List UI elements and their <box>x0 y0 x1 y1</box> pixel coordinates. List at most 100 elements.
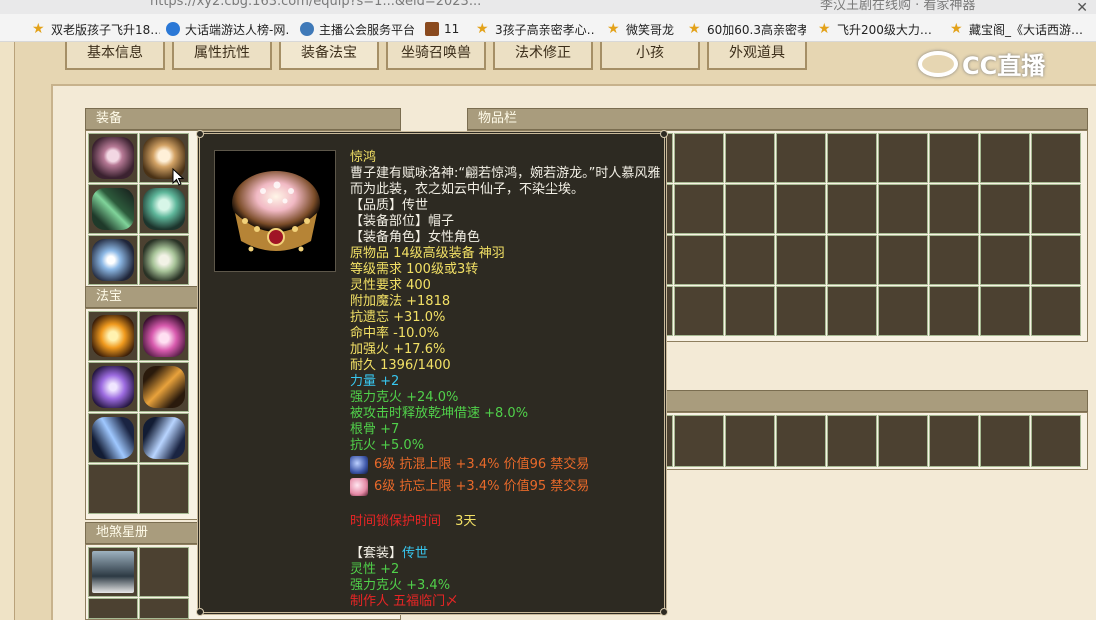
equipment-slot[interactable] <box>139 235 189 285</box>
equipment-slot[interactable] <box>88 235 138 285</box>
stat-line: 附加魔法 +1818 <box>350 294 451 309</box>
stat-line: 命中率 -10.0% <box>350 326 440 341</box>
treasure-slot[interactable] <box>88 464 138 514</box>
inventory-slot[interactable] <box>674 184 724 234</box>
inventory-slot[interactable] <box>929 415 979 467</box>
globe-icon <box>300 22 314 36</box>
inventory-slot[interactable] <box>827 184 877 234</box>
inventory-slot[interactable] <box>827 415 877 467</box>
stat-line: 耐久 1396/1400 <box>350 358 451 373</box>
inventory-slot[interactable] <box>776 133 826 183</box>
treasure-slot[interactable] <box>139 413 189 463</box>
tab-child[interactable]: 小孩 <box>600 42 700 70</box>
inventory-slot[interactable] <box>1031 415 1081 467</box>
equipment-section-title: 装备 <box>85 108 401 130</box>
close-icon[interactable]: ✕ <box>1076 0 1088 14</box>
url-text[interactable]: https://xy2.cbg.163.com/equip?s=1...&eid… <box>150 0 481 9</box>
bookmark-item[interactable]: ★ 3孩子高亲密孝心… <box>476 20 596 38</box>
treasure-slot[interactable] <box>139 464 189 514</box>
item-detail-text: 惊鸿 曹子建有赋咏洛神:“翩若惊鸿，婉若游龙。”时人慕风雅而为此装，衣之如云中仙… <box>350 150 662 610</box>
inventory-slot[interactable] <box>674 415 724 467</box>
item-role: 【装备角色】女性角色 <box>350 230 481 245</box>
item-quality: 【品质】传世 <box>350 198 429 213</box>
star-icon: ★ <box>476 21 489 37</box>
treasure-slot[interactable] <box>88 362 138 412</box>
tab-appearance[interactable]: 外观道具 <box>707 42 807 70</box>
inventory-slot[interactable] <box>1031 184 1081 234</box>
equipment-slot[interactable] <box>88 133 138 183</box>
equipment-slot[interactable] <box>88 184 138 234</box>
star-icon: ★ <box>950 21 963 37</box>
equipment-necklace-image <box>92 239 134 281</box>
inventory-slot[interactable] <box>674 133 724 183</box>
star-card-portrait-image <box>92 551 134 593</box>
inventory-slot[interactable] <box>980 286 1030 336</box>
stat-line: 抗遗忘 +31.0% <box>350 310 446 325</box>
tab-spell-correction[interactable]: 法术修正 <box>493 42 593 70</box>
bookmark-item[interactable]: 11 <box>425 20 465 38</box>
treasure-slot[interactable] <box>88 311 138 361</box>
inventory-slot[interactable] <box>1031 286 1081 336</box>
star-book-slot[interactable] <box>139 598 189 619</box>
inventory-slot[interactable] <box>878 415 928 467</box>
inventory-slot[interactable] <box>776 184 826 234</box>
equipment-slot[interactable] <box>139 184 189 234</box>
inventory-slot[interactable] <box>929 184 979 234</box>
treasure-slot[interactable] <box>139 311 189 361</box>
inventory-slot[interactable] <box>725 133 775 183</box>
bookmark-item[interactable]: ★ 60加60.3高亲密孝… <box>688 20 806 38</box>
star-book-slot[interactable] <box>139 547 189 597</box>
inventory-slot[interactable] <box>929 133 979 183</box>
tab-equipment[interactable]: 装备法宝 <box>279 42 379 70</box>
special-stat-line: 抗火 +5.0% <box>350 438 425 453</box>
inventory-slot[interactable] <box>878 286 928 336</box>
tab-attributes[interactable]: 属性抗性 <box>172 42 272 70</box>
equipment-boots-image <box>143 239 185 281</box>
bookmark-item[interactable]: 大话端游达人榜-网… <box>166 20 290 38</box>
inventory-slot[interactable] <box>725 286 775 336</box>
inventory-slot[interactable] <box>827 286 877 336</box>
bookmark-item[interactable]: ★ 双老版孩子飞升18… <box>32 20 160 38</box>
inventory-slot[interactable] <box>929 286 979 336</box>
inventory-slot[interactable] <box>725 415 775 467</box>
set-bonus-line: 灵性 +2 <box>350 562 400 577</box>
inventory-slot[interactable] <box>827 235 877 285</box>
jeweled-hat-image <box>232 171 320 252</box>
tab-mounts-summons[interactable]: 坐骑召唤兽 <box>386 42 486 70</box>
inventory-slot[interactable] <box>674 235 724 285</box>
inventory-slot[interactable] <box>929 235 979 285</box>
equipment-armor-image <box>143 188 185 230</box>
bookmark-item[interactable]: ★ 飞升200级大力… <box>818 20 944 38</box>
inventory-slot[interactable] <box>776 286 826 336</box>
inventory-slot[interactable] <box>980 133 1030 183</box>
bookmark-item[interactable]: 主播公会服务平台 <box>300 20 418 38</box>
treasure-slot[interactable] <box>88 413 138 463</box>
tab-title-text[interactable]: 李汉王剧在线购 · 看家神器 <box>820 0 975 13</box>
inventory-slot[interactable] <box>878 235 928 285</box>
bookmark-item[interactable]: ★ 微笑哥龙 <box>607 20 679 38</box>
inventory-slot[interactable] <box>776 235 826 285</box>
tab-basic-info[interactable]: 基本信息 <box>65 42 165 70</box>
inventory-slot[interactable] <box>878 133 928 183</box>
inventory-slot[interactable] <box>725 184 775 234</box>
inventory-slot[interactable] <box>980 184 1030 234</box>
star-book-slot[interactable] <box>88 547 138 597</box>
inventory-slot[interactable] <box>827 133 877 183</box>
star-book-slot[interactable] <box>88 598 138 619</box>
bookmarks-bar: ★ 双老版孩子飞升18… 大话端游达人榜-网… 主播公会服务平台 11 ★ 3孩… <box>0 14 1096 42</box>
inventory-slot[interactable] <box>1031 235 1081 285</box>
gem-text: 6级 抗忘上限 +3.4% 价值95 禁交易 <box>374 479 590 494</box>
blue-gem-icon <box>350 456 368 474</box>
set-label: 【套装】 <box>350 546 403 561</box>
bookmark-item[interactable]: ★ 藏宝阁_《大话西游… <box>950 20 1096 38</box>
inventory-slot[interactable] <box>1031 133 1081 183</box>
inventory-slot[interactable] <box>674 286 724 336</box>
inventory-slot[interactable] <box>980 235 1030 285</box>
treasure-slot[interactable] <box>139 362 189 412</box>
inventory-slot[interactable] <box>725 235 775 285</box>
inventory-section-title: 物品栏 <box>467 108 1088 130</box>
inventory-slot[interactable] <box>980 415 1030 467</box>
inventory-slot[interactable] <box>776 415 826 467</box>
inventory-slot[interactable] <box>878 184 928 234</box>
treasure-lantern-image <box>143 315 185 357</box>
